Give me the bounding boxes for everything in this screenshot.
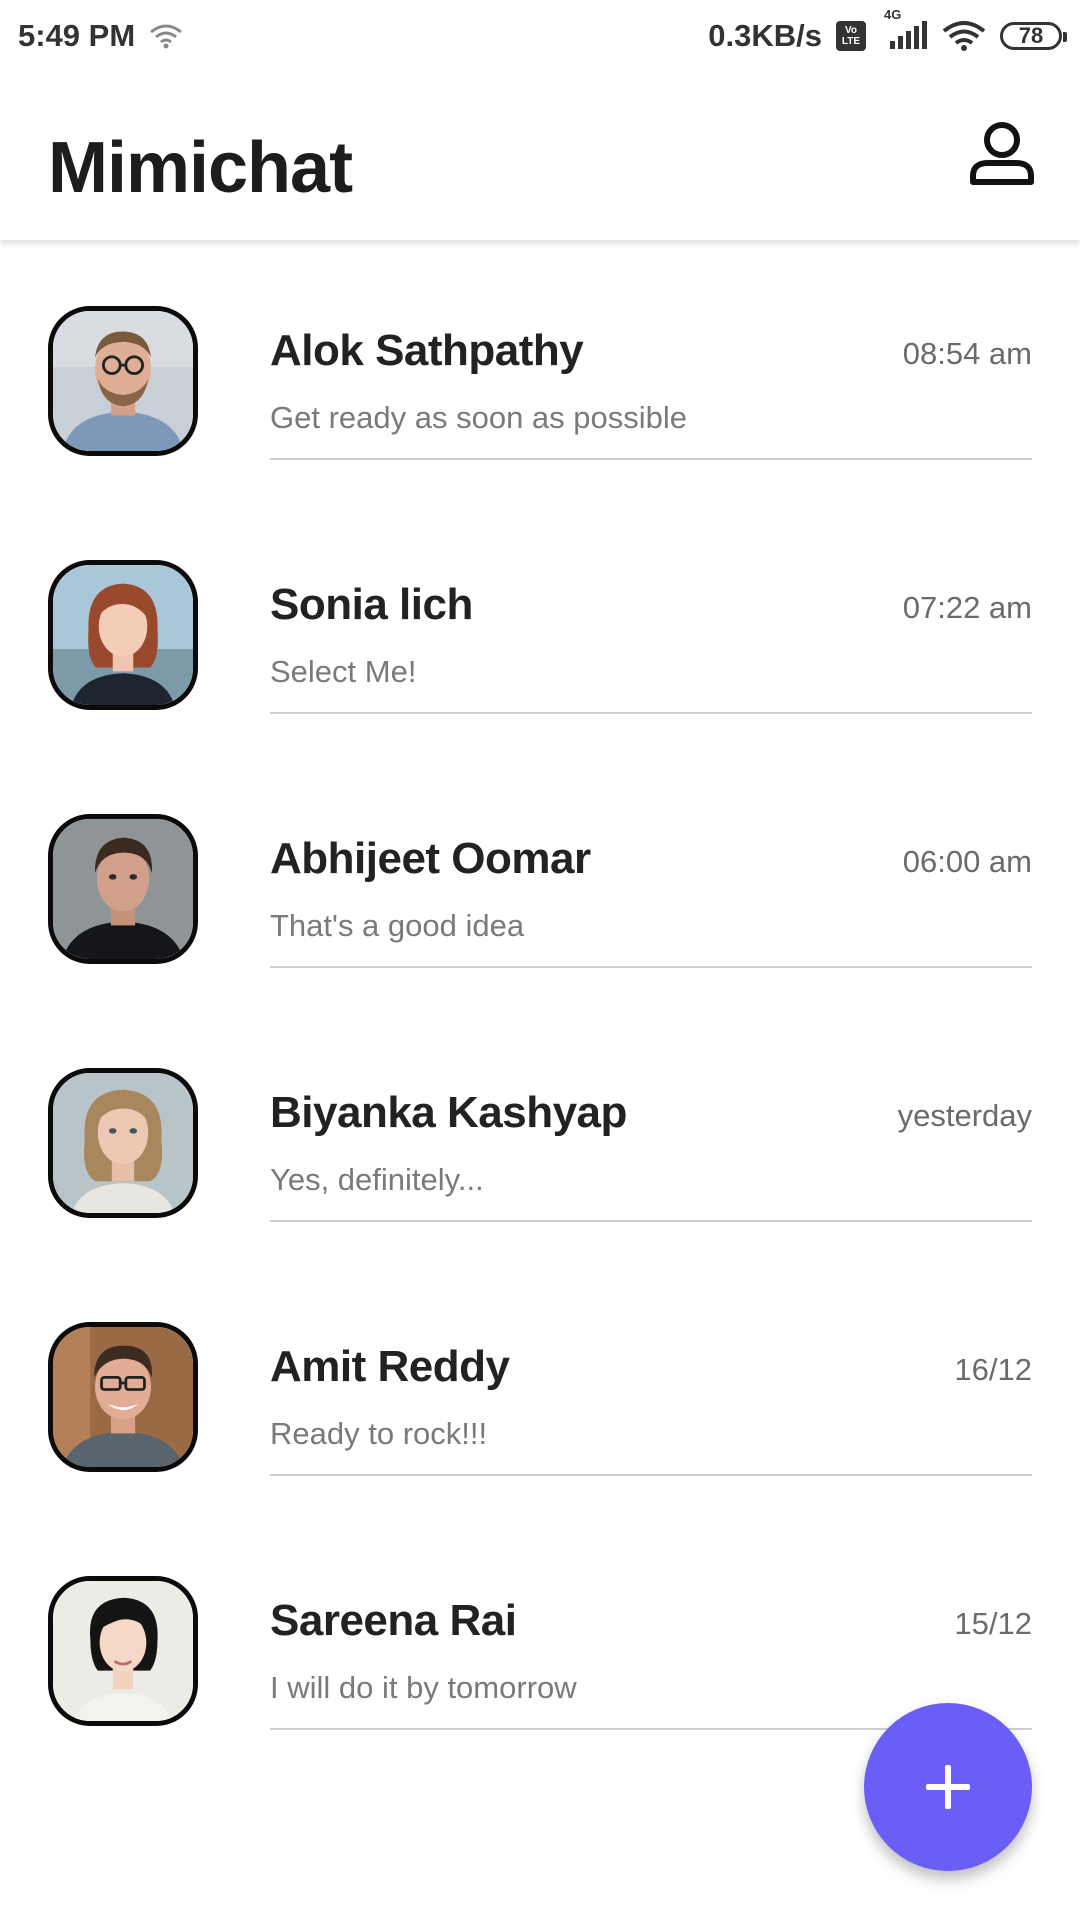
volte-icon: Vo LTE — [836, 21, 866, 51]
chat-list-item[interactable]: Alok Sathpathy 08:54 am Get ready as soo… — [0, 240, 1080, 494]
chat-list-item[interactable]: Biyanka Kashyap yesterday Yes, definitel… — [0, 1002, 1080, 1256]
contact-name: Sareena Rai — [270, 1596, 517, 1645]
chat-body: Amit Reddy 16/12 Ready to rock!!! — [270, 1342, 1032, 1476]
message-preview: That's a good idea — [270, 908, 525, 943]
avatar[interactable] — [48, 1576, 198, 1726]
chat-body: Abhijeet Oomar 06:00 am That's a good id… — [270, 834, 1032, 968]
volte-top-label: Vo — [844, 25, 858, 36]
chat-list-item[interactable]: Abhijeet Oomar 06:00 am That's a good id… — [0, 748, 1080, 1002]
message-preview: Get ready as soon as possible — [270, 400, 688, 435]
contact-name: Amit Reddy — [270, 1342, 510, 1391]
message-time: 07:22 am — [902, 590, 1032, 625]
avatar[interactable] — [48, 306, 198, 456]
volte-bottom-label: LTE — [841, 36, 861, 47]
network-type-label: 4G — [884, 7, 902, 22]
message-preview: Ready to rock!!! — [270, 1416, 488, 1451]
message-time: yesterday — [897, 1098, 1032, 1133]
avatar[interactable] — [48, 814, 198, 964]
battery-icon: 78 — [1000, 22, 1067, 50]
contact-name: Abhijeet Oomar — [270, 834, 591, 883]
message-preview: I will do it by tomorrow — [270, 1670, 577, 1705]
message-preview: Select Me! — [270, 654, 417, 689]
contact-name: Biyanka Kashyap — [270, 1088, 627, 1137]
new-chat-button[interactable] — [864, 1703, 1032, 1871]
chat-body: Alok Sathpathy 08:54 am Get ready as soo… — [270, 326, 1032, 460]
chat-body: Biyanka Kashyap yesterday Yes, definitel… — [270, 1088, 1032, 1222]
contact-name: Alok Sathpathy — [270, 326, 584, 375]
battery-level: 78 — [1018, 23, 1044, 48]
chat-body: Sonia lich 07:22 am Select Me! — [270, 580, 1032, 714]
chat-list: Alok Sathpathy 08:54 am Get ready as soo… — [0, 240, 1080, 1764]
message-preview: Yes, definitely... — [270, 1162, 484, 1197]
avatar[interactable] — [48, 1322, 198, 1472]
chat-list-item[interactable]: Sonia lich 07:22 am Select Me! — [0, 494, 1080, 748]
wifi-icon — [942, 20, 986, 52]
contact-name: Sonia lich — [270, 580, 473, 629]
plus-icon — [926, 1765, 970, 1809]
status-bar-left: 5:49 PM — [18, 18, 183, 54]
avatar[interactable] — [48, 560, 198, 710]
app-bar: Mimichat — [0, 72, 1080, 240]
person-icon — [970, 122, 1034, 185]
avatar[interactable] — [48, 1068, 198, 1218]
signal-icon: 4G — [880, 7, 928, 51]
status-bar: 5:49 PM 0.3KB/s Vo LTE 4G 78 — [0, 0, 1080, 72]
message-time: 16/12 — [954, 1352, 1032, 1387]
message-time: 15/12 — [954, 1606, 1032, 1641]
message-time: 08:54 am — [902, 336, 1032, 371]
status-bar-right: 0.3KB/s Vo LTE 4G 78 — [708, 7, 1067, 54]
wifi-icon — [149, 23, 183, 49]
chat-list-item[interactable]: Amit Reddy 16/12 Ready to rock!!! — [0, 1256, 1080, 1510]
app-title: Mimichat — [48, 128, 353, 208]
net-speed: 0.3KB/s — [708, 18, 822, 53]
message-time: 06:00 am — [902, 844, 1032, 879]
status-time: 5:49 PM — [18, 18, 136, 53]
profile-button[interactable] — [962, 114, 1042, 194]
